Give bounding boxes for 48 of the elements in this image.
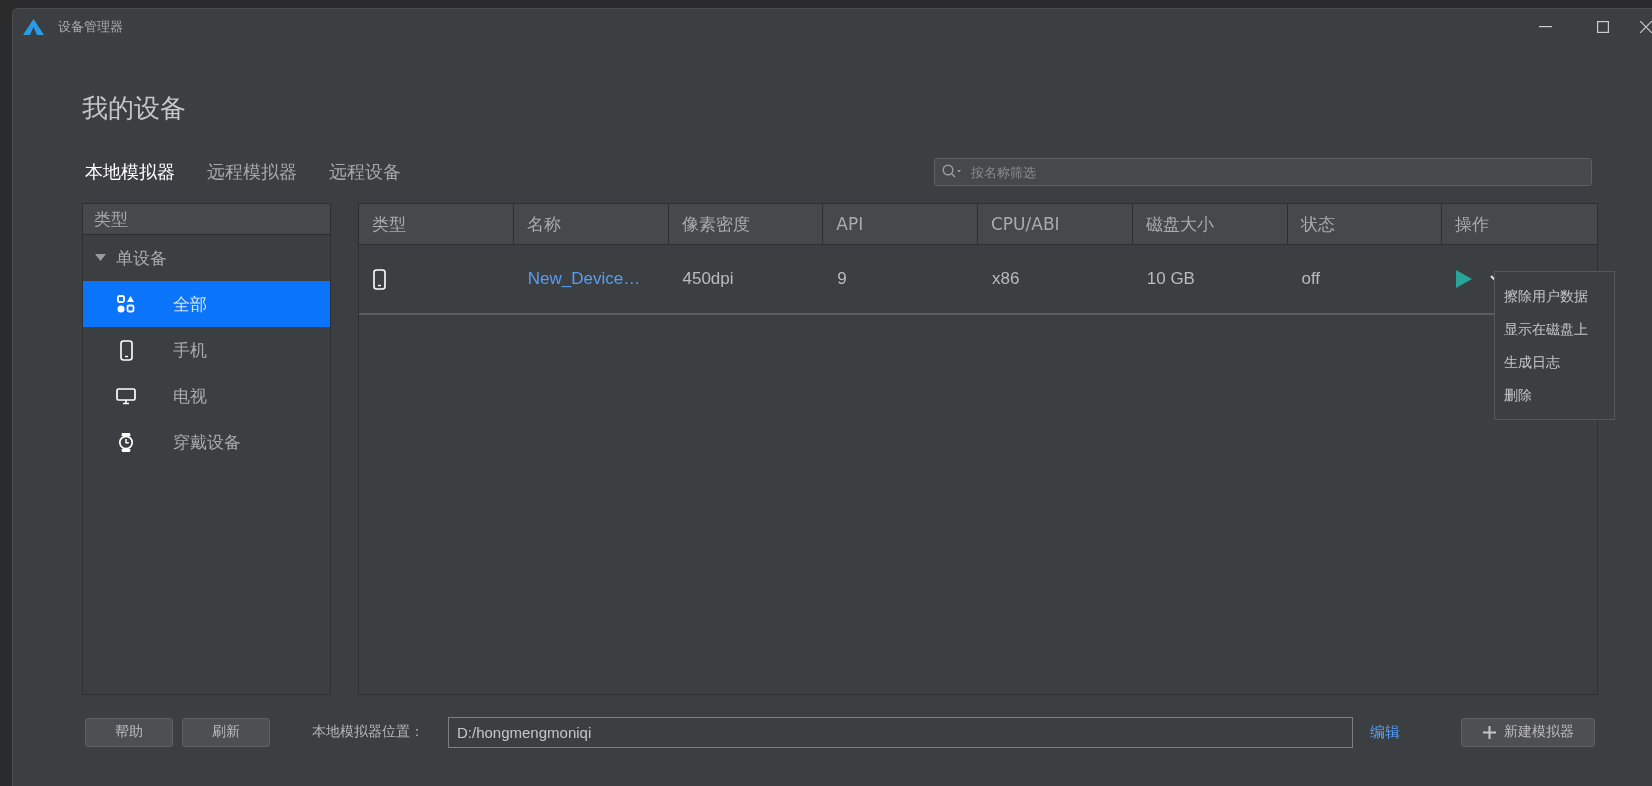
location-field[interactable]: D:/hongmengmoniqi: [448, 716, 1353, 748]
monitor-icon: [116, 387, 136, 405]
column-header: API: [823, 204, 978, 244]
column-header: CPU/ABI: [978, 204, 1133, 244]
table-cell-text: x86: [991, 269, 1020, 289]
table-cell-text: 450dpi: [681, 269, 734, 289]
footer-button[interactable]: 刷新: [182, 717, 270, 747]
phone-icon: [373, 268, 386, 290]
column-header: 状态: [1287, 204, 1443, 244]
app-logo-icon: [23, 19, 44, 35]
search-icon: [942, 164, 962, 179]
footer-button[interactable]: 帮助: [85, 717, 173, 747]
tab[interactable]: 远程设备: [329, 160, 401, 184]
category-item[interactable]: 穿戴设备: [83, 419, 330, 465]
shapes-icon: [117, 295, 135, 313]
plus-icon: [1482, 725, 1496, 739]
phone-icon: [119, 339, 133, 361]
menu-item[interactable]: 删除: [1504, 379, 1614, 412]
panel-header: 类型: [83, 204, 330, 235]
column-header: 名称: [513, 204, 669, 244]
menu-item[interactable]: 显示在磁盘上: [1504, 313, 1614, 346]
category-item[interactable]: 手机: [83, 327, 330, 373]
watch-icon: [118, 431, 134, 453]
minimize-icon[interactable]: [1538, 26, 1552, 28]
column-header: 像素密度: [668, 204, 824, 244]
menu-item[interactable]: 生成日志: [1504, 346, 1614, 379]
tab[interactable]: 远程模拟器: [207, 160, 297, 184]
column-header: 类型: [359, 204, 514, 244]
location-label: 本地模拟器位置：: [312, 723, 425, 741]
column-header: 磁盘大小: [1132, 204, 1288, 244]
search-field[interactable]: 按名称筛选: [934, 158, 1592, 186]
tree-group[interactable]: 单设备: [83, 235, 330, 281]
page-heading: 我的设备: [82, 92, 187, 125]
menu-item[interactable]: 擦除用户数据: [1504, 280, 1614, 313]
maximize-icon[interactable]: [1597, 21, 1609, 33]
column-header: 操作: [1454, 212, 1491, 236]
edit-link[interactable]: 编辑: [1370, 722, 1400, 742]
close-icon[interactable]: [1640, 21, 1652, 33]
new-emulator-button[interactable]: 新建模拟器: [1461, 717, 1595, 747]
table-cell-text: off: [1300, 269, 1321, 289]
play-icon[interactable]: [1456, 270, 1473, 288]
table-cell-text: 9: [836, 269, 847, 289]
window-title: 设备管理器: [58, 18, 123, 36]
tab[interactable]: 本地模拟器: [85, 160, 175, 184]
device-name-link[interactable]: New_Device…: [527, 269, 641, 289]
category-item[interactable]: 全部: [83, 281, 330, 327]
table-cell-text: 10 GB: [1145, 269, 1195, 289]
category-item[interactable]: 电视: [83, 373, 330, 419]
